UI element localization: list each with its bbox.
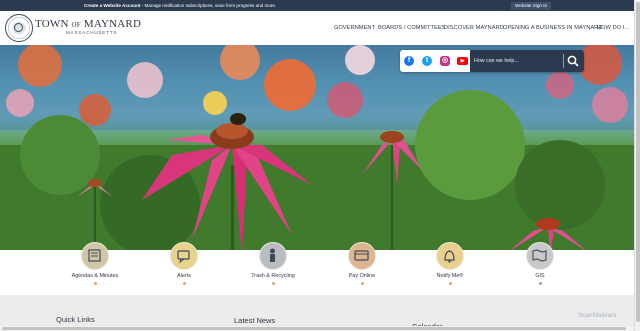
quick-link-trash[interactable]: Trash & Recycling [243, 242, 303, 285]
youtube-icon[interactable]: ▶ [457, 57, 468, 65]
pay-online-icon [348, 242, 376, 270]
quick-link-agendas[interactable]: Agendas & Minutes [65, 242, 125, 285]
quick-link-label: Alerts [177, 273, 191, 279]
title-town: TOWN [35, 18, 72, 30]
quick-link-dot [93, 282, 97, 285]
quick-link-dot [538, 282, 542, 285]
latest-news-heading: Latest News [234, 316, 276, 325]
site-subtitle: MASSACHUSETTS [66, 30, 118, 35]
nav-opening-business[interactable]: OPENING A BUSINESS IN MAYNARD [503, 25, 602, 31]
horizontal-scrollbar[interactable] [0, 326, 634, 331]
account-message-text: - Manage notification subscriptions, sav… [140, 3, 277, 8]
gis-map-icon [526, 242, 554, 270]
quick-link-dot [271, 282, 275, 285]
horizontal-scrollbar-thumb[interactable] [2, 327, 626, 330]
quick-link-gis[interactable]: GIS [510, 242, 570, 285]
nav-how-do-i[interactable]: HOW DO I... [597, 25, 630, 31]
quick-link-dot [360, 282, 364, 285]
search-input[interactable] [474, 55, 560, 67]
search-field-container [470, 50, 584, 72]
quick-link-label: Agendas & Minutes [71, 273, 119, 279]
quick-links-heading: Quick Links [56, 315, 95, 324]
trash-icon [259, 242, 287, 270]
twitter-icon[interactable]: t [422, 56, 432, 66]
quick-link-pay-online[interactable]: Pay Online [332, 242, 392, 285]
facebook-icon[interactable]: f [404, 56, 414, 66]
site-title[interactable]: TOWN OF MAYNARD [35, 18, 141, 30]
search-divider [563, 54, 564, 68]
nav-government[interactable]: GOVERNMENT [334, 25, 375, 31]
instagram-icon[interactable]: ◎ [440, 56, 450, 66]
scanmalware-watermark: ScanMalware [578, 312, 617, 319]
quick-link-alerts[interactable]: Alerts [154, 242, 214, 285]
alerts-icon [170, 242, 198, 270]
utility-bar: Create a Website Account - Manage notifi… [0, 0, 634, 11]
town-seal-logo[interactable] [5, 14, 33, 42]
search-icon[interactable] [567, 55, 579, 67]
nav-discover-maynard[interactable]: DISCOVER MAYNARD [444, 25, 504, 31]
quick-link-label: Trash & Recycling [251, 273, 295, 279]
quick-link-label: Pay Online [348, 273, 376, 279]
quick-link-dot [182, 282, 186, 285]
title-of: OF [71, 21, 81, 29]
notify-bell-icon [436, 242, 464, 270]
sign-in-button[interactable]: Website Sign In [511, 1, 551, 10]
agenda-icon [81, 242, 109, 270]
quick-link-label: Notify Me® [436, 273, 464, 279]
hero-image [0, 45, 634, 250]
search-panel: f t ◎ ▶ [400, 50, 584, 72]
quick-link-label: GIS [535, 273, 545, 279]
scrollbar-thumb[interactable] [636, 2, 640, 322]
vertical-scrollbar[interactable] [634, 0, 640, 331]
title-maynard: MAYNARD [80, 18, 142, 30]
hero-flowers-illustration [0, 45, 634, 250]
create-account-link[interactable]: Create a Website Account [84, 3, 140, 8]
account-message: Create a Website Account - Manage notifi… [84, 3, 276, 8]
quick-link-notify-me[interactable]: Notify Me® [420, 242, 480, 285]
social-links: f t ◎ ▶ [400, 50, 470, 72]
nav-boards-committees[interactable]: BOARDS / COMMITTEES [378, 25, 445, 31]
quick-link-dot [448, 282, 452, 285]
